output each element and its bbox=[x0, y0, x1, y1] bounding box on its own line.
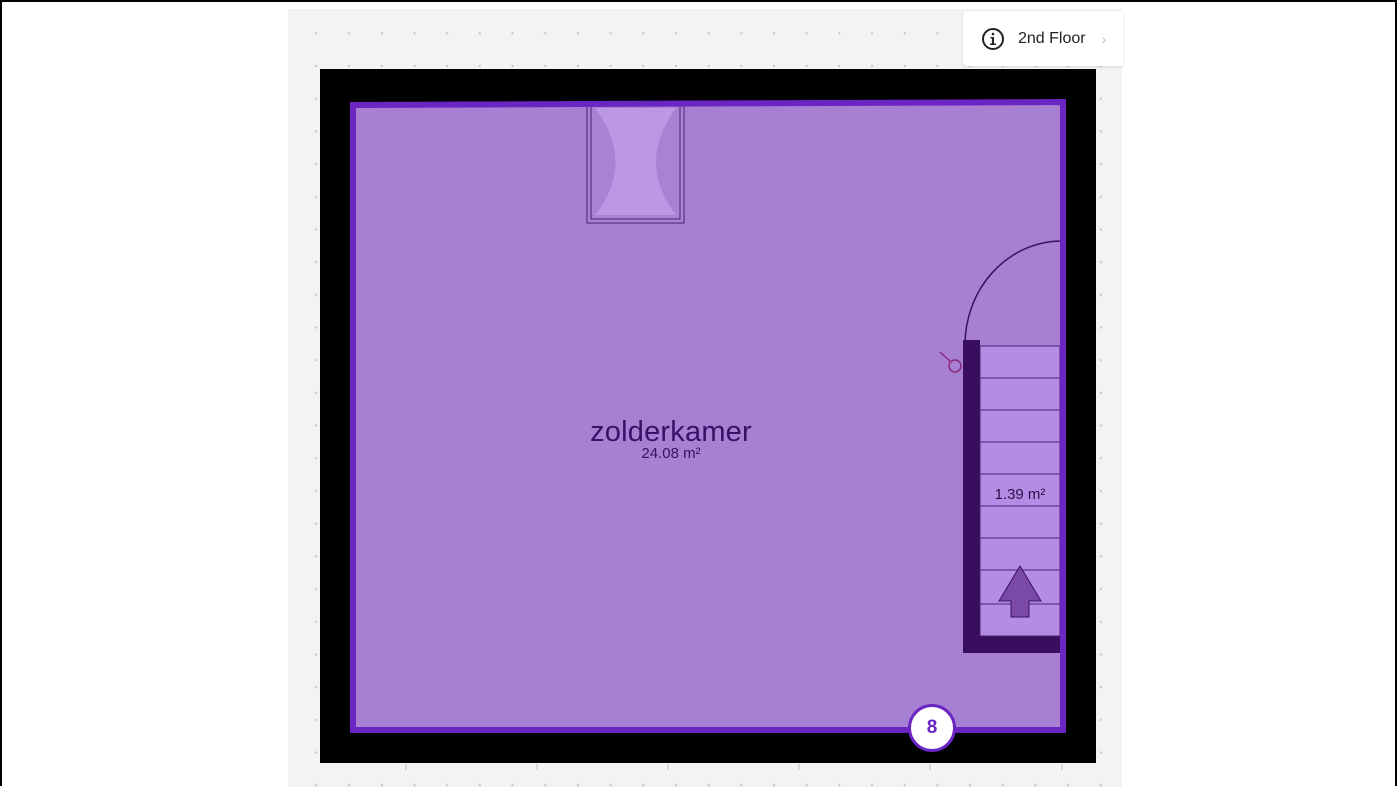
stair-area: 1.39 m² bbox=[994, 486, 1046, 503]
floor-selector[interactable]: 2nd Floor › bbox=[963, 11, 1123, 66]
stair-wall bbox=[963, 340, 980, 653]
floor-label: 2nd Floor bbox=[1018, 29, 1086, 47]
skylight-window bbox=[586, 103, 685, 224]
room-number-badge[interactable]: 8 bbox=[908, 704, 956, 752]
chevron-right-icon[interactable]: › bbox=[1102, 31, 1107, 47]
info-icon[interactable] bbox=[981, 27, 1005, 51]
floorplan-drawing[interactable] bbox=[0, 0, 1399, 787]
ruler-ticks bbox=[405, 764, 1063, 770]
room-area: 24.08 m² bbox=[641, 445, 701, 462]
stair-wall-bottom bbox=[963, 636, 1060, 653]
